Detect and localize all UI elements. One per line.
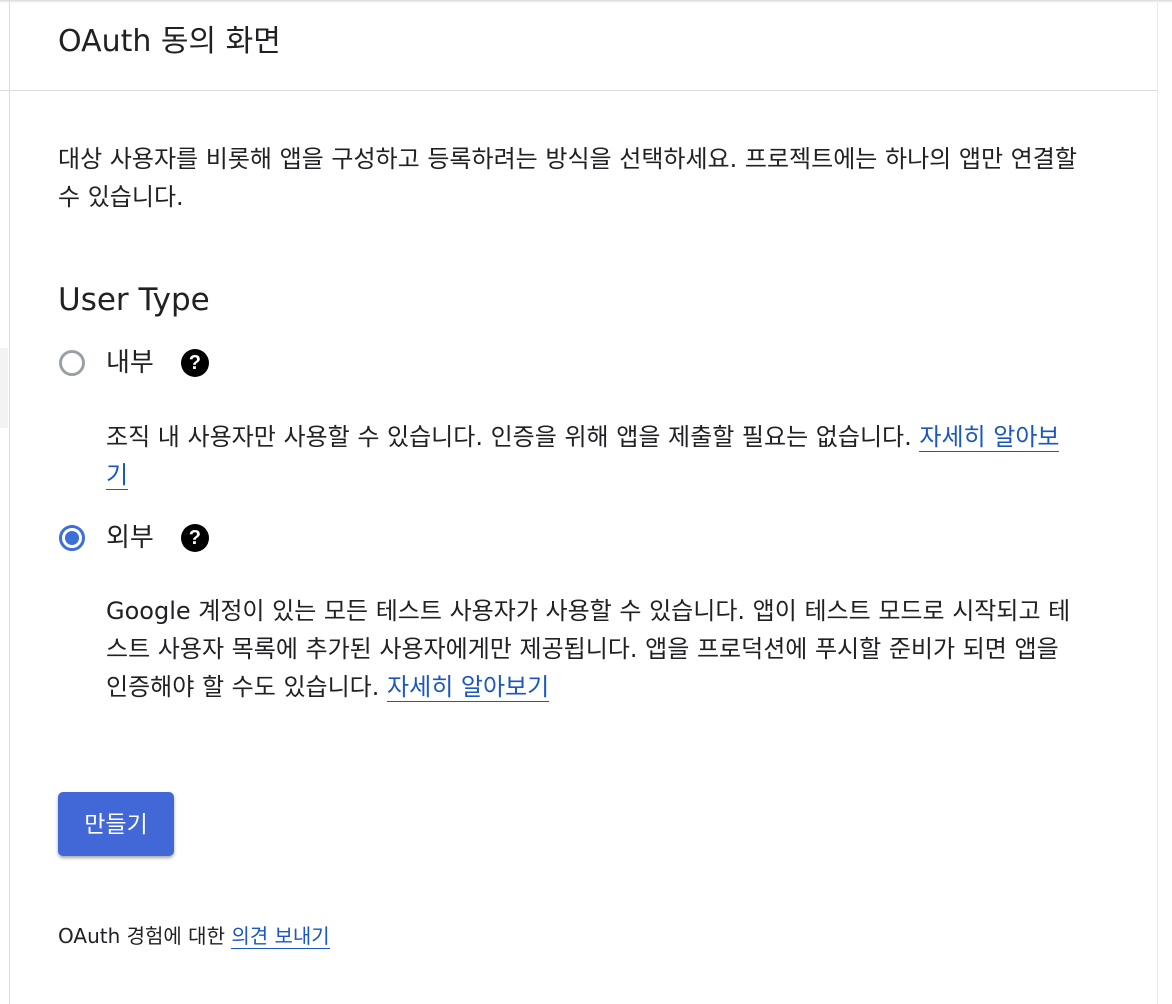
page-title: OAuth 동의 화면 bbox=[58, 24, 281, 59]
user-type-title: User Type bbox=[58, 282, 210, 318]
internal-description: 조직 내 사용자만 사용할 수 있습니다. 인증을 위해 앱을 제출할 필요는 … bbox=[106, 418, 1076, 494]
feedback-line: OAuth 경험에 대한 의견 보내기 bbox=[58, 920, 330, 952]
external-description: Google 계정이 있는 모든 테스트 사용자가 사용할 수 있습니다. 앱이… bbox=[106, 592, 1076, 706]
radio-internal[interactable] bbox=[59, 350, 85, 376]
external-description-text: Google 계정이 있는 모든 테스트 사용자가 사용할 수 있습니다. 앱이… bbox=[106, 597, 1071, 701]
feedback-text: OAuth 경험에 대한 bbox=[58, 924, 232, 948]
left-panel-divider bbox=[0, 90, 9, 91]
radio-label-internal: 내부 bbox=[106, 348, 154, 378]
help-circle-icon[interactable]: ? bbox=[180, 524, 209, 552]
help-circle-icon[interactable]: ? bbox=[180, 349, 209, 377]
external-learn-more-link[interactable]: 자세히 알아보기 bbox=[387, 673, 550, 702]
left-panel-highlight bbox=[0, 348, 8, 428]
radio-option-internal[interactable]: 내부 ? bbox=[58, 343, 209, 383]
radio-selected-dot bbox=[65, 531, 79, 545]
intro-text: 대상 사용자를 비롯해 앱을 구성하고 등록하려는 방식을 선택하세요. 프로젝… bbox=[58, 145, 1077, 211]
radio-label-external: 외부 bbox=[106, 523, 154, 553]
send-feedback-link[interactable]: 의견 보내기 bbox=[231, 924, 330, 949]
internal-description-text: 조직 내 사용자만 사용할 수 있습니다. 인증을 위해 앱을 제출할 필요는 … bbox=[106, 423, 920, 451]
radio-external[interactable] bbox=[59, 525, 85, 551]
page-header: OAuth 동의 화면 bbox=[10, 0, 1157, 91]
right-panel-border bbox=[1157, 0, 1158, 1004]
radio-option-external[interactable]: 외부 ? bbox=[58, 518, 209, 558]
oauth-consent-page: OAuth 동의 화면 대상 사용자를 비롯해 앱을 구성하고 등록하려는 방식… bbox=[0, 0, 1172, 1004]
create-button[interactable]: 만들기 bbox=[58, 792, 174, 856]
left-panel-border bbox=[9, 0, 10, 1004]
